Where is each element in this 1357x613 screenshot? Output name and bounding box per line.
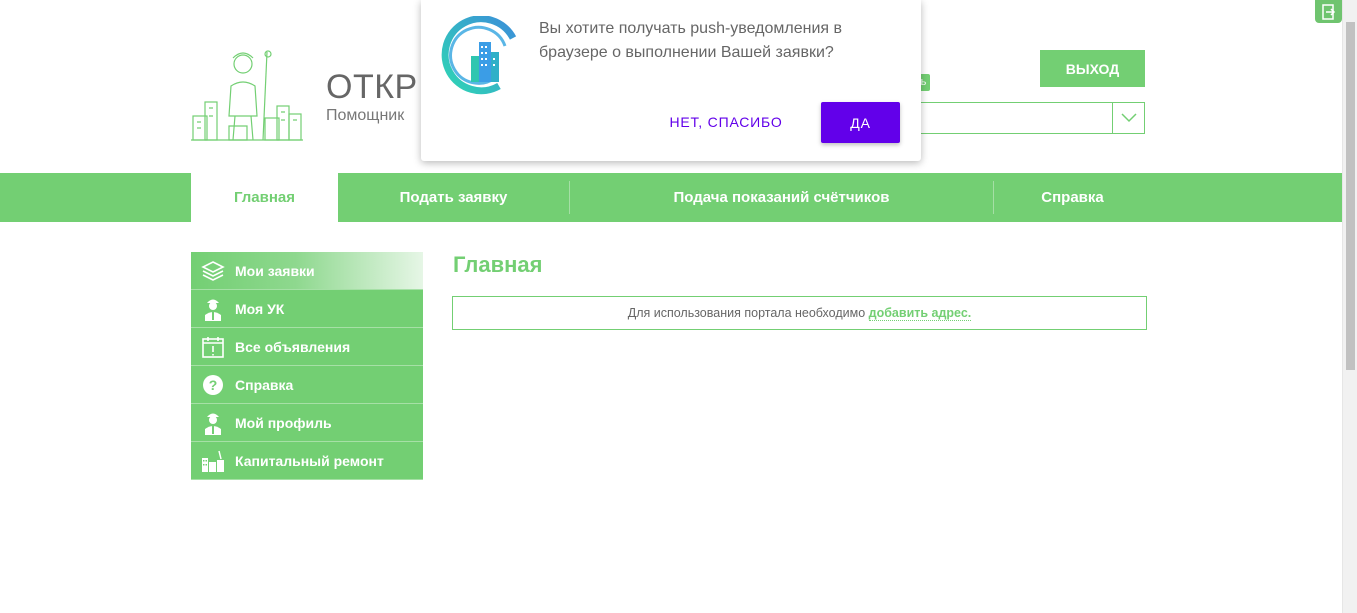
logo-illustration[interactable] [191,46,304,141]
chevron-down-icon[interactable] [1112,103,1144,133]
sidebar-item-capital-repair[interactable]: Капитальный ремонт [191,442,423,480]
page-scrollbar[interactable] [1342,0,1357,613]
push-permission-popup: Вы хотите получать push-уведомления в бр… [421,0,921,161]
sidebar-item-label: Все объявления [235,338,351,355]
svg-text:?: ? [209,377,218,393]
sidebar-item-my-requests[interactable]: Мои заявки [191,252,423,290]
sidebar-item-help[interactable]: ? Справка [191,366,423,404]
sidebar-item-label: Справка [235,376,294,393]
address-notice: Для использования портала необходимо доб… [452,296,1147,330]
worker-icon [191,290,235,328]
decline-button[interactable]: Нет, спасибо [653,102,799,142]
accept-button[interactable]: Да [821,102,900,143]
extension-icon[interactable] [1315,0,1342,23]
layers-icon [191,252,235,290]
calendar-alert-icon [191,328,235,366]
address-select[interactable] [900,102,1145,134]
notice-text: Для использования портала необходимо [627,306,869,320]
sidebar-item-announcements[interactable]: Все объявления [191,328,423,366]
app-logo-icon [439,15,521,98]
sidebar-item-label: Моя УК [235,300,285,317]
nav-tab-meter-readings[interactable]: Подача показаний счётчиков [570,173,993,222]
sidebar-item-my-uk[interactable]: Моя УК [191,290,423,328]
brand-subtitle: Помощник [326,107,405,124]
logout-button[interactable]: ВЫХОД [1040,50,1145,87]
sidebar-item-label: Мои заявки [235,262,315,279]
sidebar-item-label: Мой профиль [235,414,332,431]
nav-tab-submit-request[interactable]: Подать заявку [338,173,569,222]
sidebar: Мои заявки Моя УК Все объявления ? Справ… [191,252,423,480]
popup-message: Вы хотите получать push-уведомления в бр… [539,20,843,61]
brand-title: ОТКР [326,68,418,106]
page-title: Главная [453,252,543,277]
sidebar-item-my-profile[interactable]: Мой профиль [191,404,423,442]
scrollbar-thumb[interactable] [1346,22,1355,370]
nav-tab-home[interactable]: Главная [191,173,338,222]
worker-icon [191,404,235,442]
main-nav: Главная Подать заявку Подача показаний с… [0,173,1342,222]
sidebar-item-label: Капитальный ремонт [235,452,384,469]
add-address-link[interactable]: добавить адрес. [868,306,972,321]
building-repair-icon [191,442,235,480]
nav-tab-help[interactable]: Справка [994,173,1151,222]
question-icon: ? [191,366,235,404]
